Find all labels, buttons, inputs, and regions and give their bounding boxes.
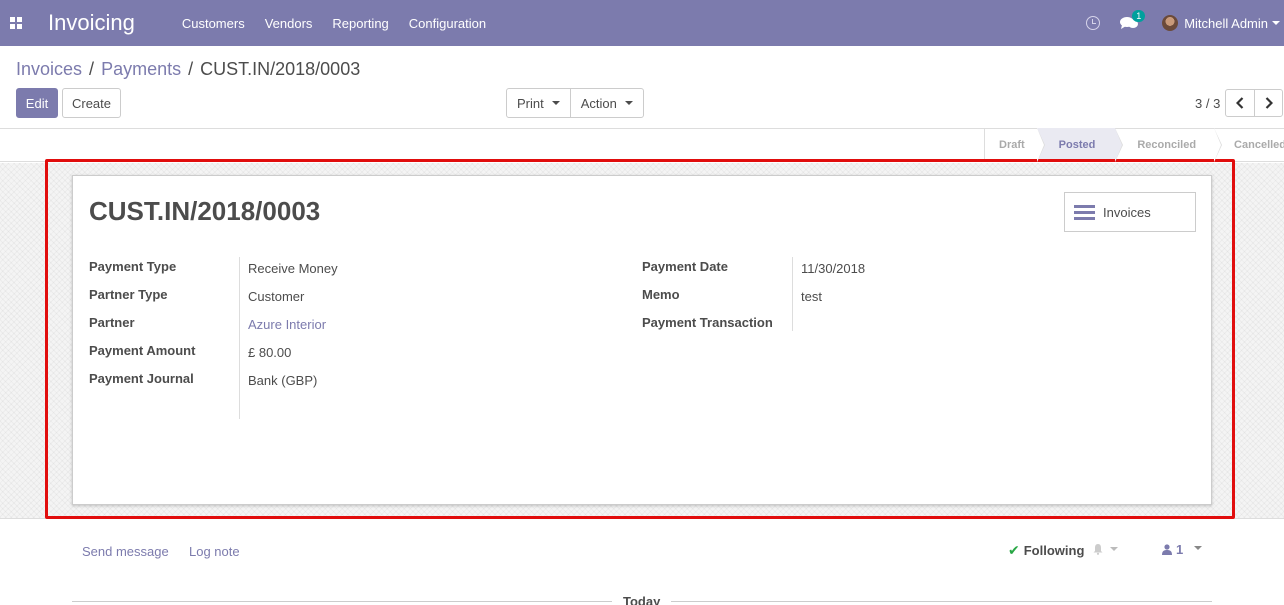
breadcrumb-invoices[interactable]: Invoices [16, 59, 82, 80]
status-reconciled: Reconciled [1115, 128, 1223, 162]
label-payment-type: Payment Type [89, 259, 177, 274]
log-note-button[interactable]: Log note [189, 544, 240, 559]
person-icon [1162, 544, 1172, 555]
label-payment-journal: Payment Journal [89, 371, 194, 386]
value-partner-link[interactable]: Azure Interior [248, 317, 326, 332]
chevron-left-icon [1236, 97, 1244, 109]
send-message-button[interactable]: Send message [82, 544, 169, 559]
breadcrumb-separator: / [188, 59, 194, 79]
value-payment-date: 11/30/2018 [801, 261, 866, 276]
subscription-caret-icon[interactable] [1110, 547, 1118, 551]
breadcrumb-payments[interactable]: Payments [101, 59, 181, 80]
left-group-separator [239, 257, 240, 419]
pager-buttons [1225, 89, 1283, 117]
print-caret-icon [551, 101, 560, 105]
value-partner-type: Customer [248, 289, 305, 304]
user-avatar[interactable] [1162, 15, 1179, 31]
following-button[interactable]: ✔ Following [1008, 542, 1084, 559]
systray: 1 Mitchell Admin [1086, 0, 1284, 46]
pager-value[interactable]: 3 / 3 [1195, 96, 1220, 111]
breadcrumb-separator: / [89, 59, 95, 79]
user-menu-caret-icon[interactable] [1272, 21, 1280, 25]
followers-caret-icon[interactable] [1194, 546, 1202, 550]
sidebar-actions: Print Action [506, 88, 644, 118]
print-label: Print [517, 95, 544, 111]
breadcrumb: Invoices / Payments / CUST.IN/2018/0003 [16, 59, 360, 80]
create-button[interactable]: Create [62, 88, 121, 118]
following-label: Following [1023, 543, 1085, 558]
status-reconciled-label: Reconciled [1137, 139, 1197, 151]
label-memo: Memo [642, 287, 680, 302]
action-label: Action [580, 95, 617, 111]
invoices-smart-button[interactable]: Invoices [1064, 192, 1196, 232]
activity-clock-icon[interactable] [1086, 16, 1101, 30]
form-statusbar: Draft Posted Reconciled Cancelled [0, 128, 1284, 162]
action-dropdown[interactable]: Action [569, 89, 643, 117]
status-posted-label: Posted [1058, 139, 1096, 151]
followers-button[interactable]: 1 [1162, 542, 1183, 557]
message-count-badge: 1 [1132, 10, 1146, 22]
date-separator-label: Today [612, 594, 672, 605]
action-caret-icon [624, 101, 633, 105]
label-payment-amount: Payment Amount [89, 343, 196, 358]
menu-item-reporting[interactable]: Reporting [332, 16, 388, 31]
label-payment-transaction: Payment Transaction [642, 315, 773, 330]
label-payment-date: Payment Date [642, 259, 728, 274]
bell-icon[interactable] [1092, 543, 1104, 555]
menu-item-configuration[interactable]: Configuration [409, 16, 486, 31]
invoices-smart-button-label: Invoices [1103, 204, 1151, 220]
status-steps: Draft Posted Reconciled Cancelled [984, 128, 1284, 162]
followers-count: 1 [1176, 542, 1184, 557]
app-brand[interactable]: Invoicing [48, 10, 135, 36]
value-payment-type: Receive Money [248, 261, 338, 276]
status-draft: Draft [985, 128, 1045, 162]
pager-next-button[interactable] [1254, 90, 1282, 116]
check-icon: ✔ [1008, 542, 1020, 558]
breadcrumb-current: CUST.IN/2018/0003 [200, 59, 361, 79]
messaging-menu[interactable]: 1 [1120, 10, 1146, 30]
record-title: CUST.IN/2018/0003 [89, 196, 321, 226]
right-group-separator [792, 257, 793, 331]
status-posted: Posted [1036, 128, 1124, 162]
status-draft-label: Draft [999, 139, 1025, 151]
edit-button[interactable]: Edit [16, 88, 58, 118]
apps-menu-icon[interactable] [0, 0, 32, 46]
main-menu: Customers Vendors Reporting Configuratio… [182, 16, 506, 31]
value-payment-amount: £ 80.00 [248, 345, 292, 360]
status-cancelled: Cancelled [1214, 128, 1284, 162]
menu-item-customers[interactable]: Customers [182, 16, 245, 31]
label-partner-type: Partner Type [89, 287, 168, 302]
bars-icon [1074, 202, 1095, 223]
top-navbar: Invoicing Customers Vendors Reporting Co… [0, 0, 1284, 46]
value-payment-journal: Bank (GBP) [248, 373, 318, 388]
chevron-right-icon [1265, 97, 1273, 109]
status-cancelled-label: Cancelled [1234, 139, 1284, 151]
value-memo: test [801, 289, 822, 304]
pager-previous-button[interactable] [1226, 90, 1254, 116]
menu-item-vendors[interactable]: Vendors [265, 16, 313, 31]
print-dropdown[interactable]: Print [507, 89, 570, 117]
label-partner: Partner [89, 315, 135, 330]
user-menu-name[interactable]: Mitchell Admin [1184, 16, 1268, 31]
